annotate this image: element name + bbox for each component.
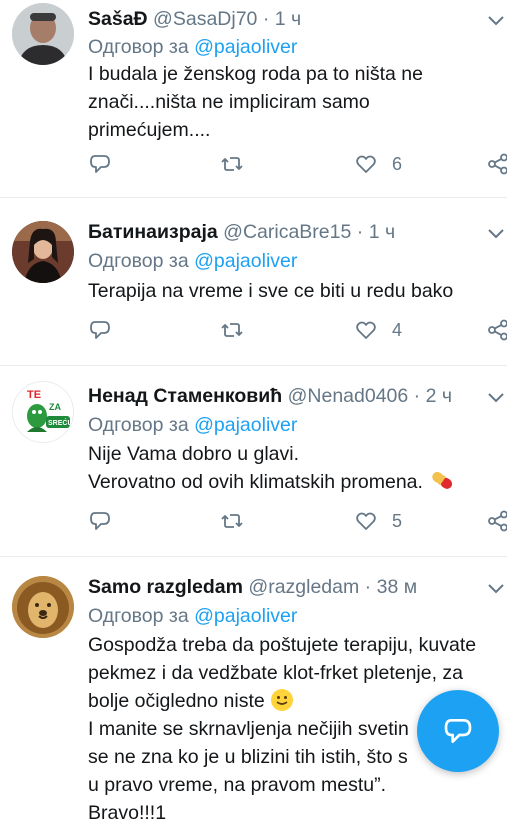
avatar[interactable] <box>12 221 74 283</box>
reply-context: Одговор за @pajaoliver <box>88 414 297 437</box>
tweet-actions: 5 <box>88 506 507 536</box>
avatar[interactable] <box>12 576 74 638</box>
reply-prefix: Одговор за <box>88 414 189 436</box>
heart-icon <box>356 512 376 530</box>
tweet-text: I budala je ženskog roda pa to ništa ne … <box>88 63 423 141</box>
like-button[interactable]: 4 <box>354 315 402 345</box>
like-count: 4 <box>392 319 403 340</box>
heart-icon <box>356 155 376 173</box>
tweet-text-line: Nije Vama dobro u glavi. <box>88 443 299 465</box>
like-count: 6 <box>392 153 403 174</box>
timestamp[interactable]: 38 м <box>377 576 418 598</box>
author-name[interactable]: Батинаизраја <box>88 221 218 243</box>
tweet-actions: 6 <box>88 149 507 179</box>
separator: · <box>413 385 421 407</box>
tweet-actions: 4 <box>88 315 507 345</box>
author-handle[interactable]: @razgledam <box>248 576 359 598</box>
separator: · <box>364 576 372 598</box>
tweet-3[interactable]: TE ZA SREĆU Ненад Стаменковић @Nenad0406… <box>0 365 507 557</box>
reply-icon <box>90 321 110 339</box>
tweet-1[interactable]: SašaĐ @SasaDj70 · 1 ч Одговор за @pajaol… <box>0 0 507 198</box>
separator: · <box>356 221 364 243</box>
chevron-down-icon[interactable] <box>485 578 507 600</box>
timestamp[interactable]: 1 ч <box>275 8 301 30</box>
avatar-photo <box>12 3 74 65</box>
retweet-icon <box>221 514 243 528</box>
author-line: Ненад Стаменковић @Nenad0406 · 2 ч <box>88 385 452 408</box>
reply-handle-link[interactable]: @pajaoliver <box>194 414 297 436</box>
tweet-text: Terapija na vreme i sve ce biti u redu b… <box>88 280 454 302</box>
reply-button[interactable] <box>88 149 112 179</box>
author-line: Samo razgledam @razgledam · 38 м <box>88 576 417 599</box>
retweet-icon <box>221 323 243 337</box>
compose-reply-button[interactable] <box>417 690 499 772</box>
avatar-logo-text-bottom: SREĆU <box>48 418 73 427</box>
author-handle[interactable]: @CaricaBre15 <box>223 221 351 243</box>
timestamp[interactable]: 2 ч <box>426 385 452 407</box>
share-icon <box>488 153 507 175</box>
author-handle[interactable]: @SasaDj70 <box>153 8 257 30</box>
author-name[interactable]: Samo razgledam <box>88 576 243 598</box>
tweet-text-line: Verovatno od ovih klimatskih promena. <box>88 468 488 496</box>
share-button[interactable] <box>486 149 507 179</box>
reply-handle-link[interactable]: @pajaoliver <box>194 36 297 58</box>
tweet-text-line: Bravo!!!1 <box>88 802 167 824</box>
reply-button[interactable] <box>88 315 112 345</box>
tweet-text: Nije Vama dobro u glavi. Verovatno od ov… <box>88 440 488 496</box>
reply-icon <box>90 155 110 173</box>
avatar-logo-text-mid: ZA <box>49 402 61 412</box>
chevron-down-icon[interactable] <box>485 387 507 409</box>
reply-context: Одговор за @pajaoliver <box>88 36 297 59</box>
reply-handle-link[interactable]: @pajaoliver <box>194 250 297 272</box>
pill-emoji-icon <box>432 471 453 489</box>
author-name[interactable]: Ненад Стаменковић <box>88 385 282 407</box>
like-button[interactable]: 5 <box>354 506 402 536</box>
avatar-logo-text-top: TE <box>27 389 41 401</box>
share-icon <box>488 510 507 532</box>
share-button[interactable] <box>486 315 507 345</box>
avatar-logo: TE ZA SREĆU <box>13 382 73 442</box>
reply-button[interactable] <box>88 506 112 536</box>
reply-handle-link[interactable]: @pajaoliver <box>194 605 297 627</box>
share-icon <box>488 319 507 341</box>
avatar-photo <box>12 576 74 638</box>
reply-prefix: Одговор за <box>88 36 189 58</box>
smiley-emoji-icon <box>271 689 294 711</box>
reply-icon <box>90 512 110 530</box>
tweet-text-line: u pravo vreme, na pravom mestu”. <box>88 774 387 796</box>
heart-icon <box>356 321 376 339</box>
reply-prefix: Одговор за <box>88 605 189 627</box>
retweet-icon <box>221 157 243 171</box>
retweet-button[interactable] <box>220 149 244 179</box>
separator: · <box>262 8 270 30</box>
retweet-button[interactable] <box>220 315 244 345</box>
avatar-photo <box>12 221 74 283</box>
tweet-2[interactable]: Батинаизраја @CaricaBre15 · 1 ч Одговор … <box>0 197 507 366</box>
avatar[interactable] <box>12 3 74 65</box>
timestamp[interactable]: 1 ч <box>369 221 395 243</box>
reply-bubble-icon <box>444 719 472 743</box>
author-name[interactable]: SašaĐ <box>88 8 148 30</box>
share-button[interactable] <box>486 506 507 536</box>
author-line: SašaĐ @SasaDj70 · 1 ч <box>88 8 301 31</box>
chevron-down-icon[interactable] <box>485 10 507 32</box>
author-line: Батинаизраја @CaricaBre15 · 1 ч <box>88 221 395 244</box>
like-button[interactable]: 6 <box>354 149 402 179</box>
reply-prefix: Одговор за <box>88 250 189 272</box>
chevron-down-icon[interactable] <box>485 223 507 245</box>
reply-context: Одговор за @pajaoliver <box>88 605 297 628</box>
avatar[interactable]: TE ZA SREĆU <box>12 381 74 443</box>
reply-context: Одговор за @pajaoliver <box>88 250 297 273</box>
author-handle[interactable]: @Nenad0406 <box>288 385 409 407</box>
like-count: 5 <box>392 510 403 531</box>
retweet-button[interactable] <box>220 506 244 536</box>
tweet-4[interactable]: Samo razgledam @razgledam · 38 м Одговор… <box>0 556 507 824</box>
